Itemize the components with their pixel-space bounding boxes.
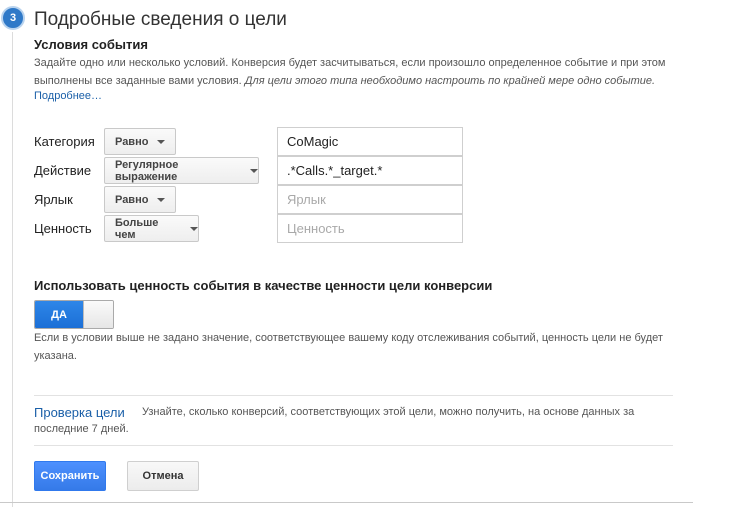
conditions-description: Задайте одно или несколько условий. Конв… (34, 57, 666, 87)
label-operator-dropdown[interactable]: Равно (104, 186, 176, 213)
divider (34, 395, 673, 396)
divider (34, 445, 673, 446)
verify-goal-description: Узнайте, сколько конверсий, соответствую… (34, 406, 635, 435)
use-event-value-title: Использовать ценность события в качестве… (34, 278, 493, 293)
value-label: Ценность (34, 221, 92, 236)
action-operator-dropdown[interactable]: Регулярное выражение (104, 157, 259, 184)
chevron-down-icon (250, 168, 258, 173)
category-label: Категория (34, 134, 95, 149)
learn-more-link[interactable]: Подробнее… (34, 90, 102, 102)
step-number-badge: 3 (1, 6, 25, 30)
value-operator-dropdown[interactable]: Больше чем (104, 215, 199, 242)
value-value-input[interactable]: Ценность (277, 214, 463, 243)
use-event-value-description: Если в условии выше не задано значение, … (34, 332, 663, 362)
label-label: Ярлык (34, 192, 73, 207)
chevron-down-icon (190, 226, 198, 231)
category-value-input[interactable]: CoMagic (277, 127, 463, 156)
conditions-title: Условия события (34, 37, 148, 52)
use-event-value-toggle[interactable]: ДА (34, 300, 114, 329)
cancel-button[interactable]: Отмена (127, 461, 199, 491)
action-label: Действие (34, 163, 92, 178)
step-connector-line (12, 32, 13, 507)
category-operator-dropdown[interactable]: Равно (104, 128, 176, 155)
save-button[interactable]: Сохранить (34, 461, 106, 491)
chevron-down-icon (157, 197, 166, 202)
label-value-input[interactable]: Ярлык (277, 185, 463, 214)
chevron-down-icon (157, 139, 166, 144)
verify-goal-link[interactable]: Проверка цели (34, 405, 125, 420)
toggle-knob (83, 301, 113, 328)
step-title: Подробные сведения о цели (34, 9, 287, 30)
bottom-divider (0, 502, 693, 503)
action-value-input[interactable]: .*Calls.*_target.* (277, 156, 463, 185)
toggle-on-label: ДА (35, 301, 83, 328)
